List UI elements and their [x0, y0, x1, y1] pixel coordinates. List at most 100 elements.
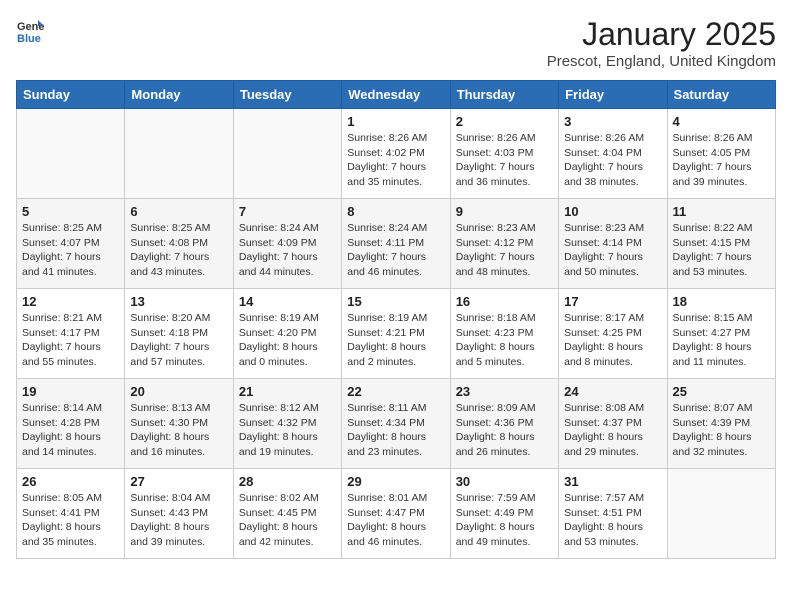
day-number: 9 [456, 204, 553, 219]
day-number: 11 [673, 204, 770, 219]
calendar-title: January 2025 [547, 16, 776, 53]
calendar-cell: 15 Sunrise: 8:19 AM Sunset: 4:21 PM Dayli… [342, 289, 450, 379]
day-number: 17 [564, 294, 661, 309]
day-number: 31 [564, 474, 661, 489]
calendar-subtitle: Prescot, England, United Kingdom [547, 53, 776, 70]
calendar-cell: 25 Sunrise: 8:07 AM Sunset: 4:39 PM Dayli… [667, 379, 775, 469]
day-number: 22 [347, 384, 444, 399]
calendar-cell: 18 Sunrise: 8:15 AM Sunset: 4:27 PM Dayli… [667, 289, 775, 379]
day-number: 30 [456, 474, 553, 489]
calendar-cell: 1Sunrise: 8:26 AM Sunset: 4:02 PM Daylig… [342, 109, 450, 199]
day-info: Sunrise: 7:57 AM Sunset: 4:51 PM Dayligh… [564, 491, 661, 550]
title-area: January 2025 Prescot, England, United Ki… [547, 16, 776, 70]
calendar-cell: 23 Sunrise: 8:09 AM Sunset: 4:36 PM Dayli… [450, 379, 558, 469]
calendar-cell: 11 Sunrise: 8:22 AM Sunset: 4:15 PM Dayli… [667, 199, 775, 289]
calendar-cell: 22 Sunrise: 8:11 AM Sunset: 4:34 PM Dayli… [342, 379, 450, 469]
weekday-header-friday: Friday [559, 81, 667, 109]
day-info: Sunrise: 8:26 AM Sunset: 4:04 PM Dayligh… [564, 131, 661, 190]
day-info: Sunrise: 8:08 AM Sunset: 4:37 PM Dayligh… [564, 401, 661, 460]
day-info: Sunrise: 8:14 AM Sunset: 4:28 PM Dayligh… [22, 401, 119, 460]
calendar-cell: 16 Sunrise: 8:18 AM Sunset: 4:23 PM Dayli… [450, 289, 558, 379]
day-info: Sunrise: 8:02 AM Sunset: 4:45 PM Dayligh… [239, 491, 336, 550]
week-row-1: 1Sunrise: 8:26 AM Sunset: 4:02 PM Daylig… [17, 109, 776, 199]
calendar-cell: 12 Sunrise: 8:21 AM Sunset: 4:17 PM Dayli… [17, 289, 125, 379]
day-number: 18 [673, 294, 770, 309]
day-info: Sunrise: 8:20 AM Sunset: 4:18 PM Dayligh… [130, 311, 227, 370]
day-info: Sunrise: 8:07 AM Sunset: 4:39 PM Dayligh… [673, 401, 770, 460]
day-info: Sunrise: 8:22 AM Sunset: 4:15 PM Dayligh… [673, 221, 770, 280]
day-info: Sunrise: 8:04 AM Sunset: 4:43 PM Dayligh… [130, 491, 227, 550]
day-info: Sunrise: 7:59 AM Sunset: 4:49 PM Dayligh… [456, 491, 553, 550]
day-info: Sunrise: 8:26 AM Sunset: 4:02 PM Dayligh… [347, 131, 444, 190]
calendar-cell: 3 Sunrise: 8:26 AM Sunset: 4:04 PM Daylig… [559, 109, 667, 199]
day-info: Sunrise: 8:15 AM Sunset: 4:27 PM Dayligh… [673, 311, 770, 370]
calendar-cell: 19 Sunrise: 8:14 AM Sunset: 4:28 PM Dayli… [17, 379, 125, 469]
day-info: Sunrise: 8:09 AM Sunset: 4:36 PM Dayligh… [456, 401, 553, 460]
day-info: Sunrise: 8:11 AM Sunset: 4:34 PM Dayligh… [347, 401, 444, 460]
day-number: 25 [673, 384, 770, 399]
calendar-cell: 29 Sunrise: 8:01 AM Sunset: 4:47 PM Dayli… [342, 469, 450, 559]
day-number: 3 [564, 114, 661, 129]
day-number: 8 [347, 204, 444, 219]
week-row-4: 19 Sunrise: 8:14 AM Sunset: 4:28 PM Dayli… [17, 379, 776, 469]
day-number: 16 [456, 294, 553, 309]
day-number: 2 [456, 114, 553, 129]
day-info: Sunrise: 8:24 AM Sunset: 4:11 PM Dayligh… [347, 221, 444, 280]
day-info: Sunrise: 8:23 AM Sunset: 4:12 PM Dayligh… [456, 221, 553, 280]
calendar-cell: 9 Sunrise: 8:23 AM Sunset: 4:12 PM Daylig… [450, 199, 558, 289]
calendar-cell [17, 109, 125, 199]
day-info: Sunrise: 8:18 AM Sunset: 4:23 PM Dayligh… [456, 311, 553, 370]
day-info: Sunrise: 8:01 AM Sunset: 4:47 PM Dayligh… [347, 491, 444, 550]
calendar-cell: 7 Sunrise: 8:24 AM Sunset: 4:09 PM Daylig… [233, 199, 341, 289]
weekday-header-tuesday: Tuesday [233, 81, 341, 109]
calendar-cell: 6Sunrise: 8:25 AM Sunset: 4:08 PM Daylig… [125, 199, 233, 289]
calendar-cell [125, 109, 233, 199]
calendar-cell: 27 Sunrise: 8:04 AM Sunset: 4:43 PM Dayli… [125, 469, 233, 559]
calendar-cell: 4 Sunrise: 8:26 AM Sunset: 4:05 PM Daylig… [667, 109, 775, 199]
day-info: Sunrise: 8:19 AM Sunset: 4:21 PM Dayligh… [347, 311, 444, 370]
day-number: 13 [130, 294, 227, 309]
day-info: Sunrise: 8:12 AM Sunset: 4:32 PM Dayligh… [239, 401, 336, 460]
day-number: 12 [22, 294, 119, 309]
day-info: Sunrise: 8:23 AM Sunset: 4:14 PM Dayligh… [564, 221, 661, 280]
calendar-cell: 21 Sunrise: 8:12 AM Sunset: 4:32 PM Dayli… [233, 379, 341, 469]
day-info: Sunrise: 8:05 AM Sunset: 4:41 PM Dayligh… [22, 491, 119, 550]
calendar-cell: 17 Sunrise: 8:17 AM Sunset: 4:25 PM Dayli… [559, 289, 667, 379]
calendar-cell: 13 Sunrise: 8:20 AM Sunset: 4:18 PM Dayli… [125, 289, 233, 379]
day-number: 21 [239, 384, 336, 399]
day-number: 20 [130, 384, 227, 399]
weekday-header-sunday: Sunday [17, 81, 125, 109]
calendar-cell [233, 109, 341, 199]
calendar-cell: 8 Sunrise: 8:24 AM Sunset: 4:11 PM Daylig… [342, 199, 450, 289]
day-number: 4 [673, 114, 770, 129]
day-number: 24 [564, 384, 661, 399]
week-row-3: 12 Sunrise: 8:21 AM Sunset: 4:17 PM Dayli… [17, 289, 776, 379]
day-number: 15 [347, 294, 444, 309]
calendar-cell: 30 Sunrise: 7:59 AM Sunset: 4:49 PM Dayli… [450, 469, 558, 559]
weekday-header-monday: Monday [125, 81, 233, 109]
calendar-cell: 28 Sunrise: 8:02 AM Sunset: 4:45 PM Dayli… [233, 469, 341, 559]
day-info: Sunrise: 8:26 AM Sunset: 4:05 PM Dayligh… [673, 131, 770, 190]
day-info: Sunrise: 8:25 AM Sunset: 4:07 PM Dayligh… [22, 221, 119, 280]
day-number: 27 [130, 474, 227, 489]
day-number: 28 [239, 474, 336, 489]
day-number: 19 [22, 384, 119, 399]
day-number: 10 [564, 204, 661, 219]
calendar-cell: 5 Sunrise: 8:25 AM Sunset: 4:07 PM Daylig… [17, 199, 125, 289]
logo: General Blue [16, 16, 44, 44]
weekday-header-saturday: Saturday [667, 81, 775, 109]
day-number: 14 [239, 294, 336, 309]
day-number: 5 [22, 204, 119, 219]
day-number: 23 [456, 384, 553, 399]
day-info: Sunrise: 8:21 AM Sunset: 4:17 PM Dayligh… [22, 311, 119, 370]
svg-text:Blue: Blue [17, 33, 41, 44]
calendar-cell: 20Sunrise: 8:13 AM Sunset: 4:30 PM Dayli… [125, 379, 233, 469]
day-info: Sunrise: 8:24 AM Sunset: 4:09 PM Dayligh… [239, 221, 336, 280]
day-info: Sunrise: 8:25 AM Sunset: 4:08 PM Dayligh… [130, 221, 227, 280]
day-info: Sunrise: 8:19 AM Sunset: 4:20 PM Dayligh… [239, 311, 336, 370]
calendar-cell: 10 Sunrise: 8:23 AM Sunset: 4:14 PM Dayli… [559, 199, 667, 289]
day-number: 7 [239, 204, 336, 219]
day-info: Sunrise: 8:17 AM Sunset: 4:25 PM Dayligh… [564, 311, 661, 370]
day-number: 29 [347, 474, 444, 489]
calendar-cell: 24 Sunrise: 8:08 AM Sunset: 4:37 PM Dayli… [559, 379, 667, 469]
